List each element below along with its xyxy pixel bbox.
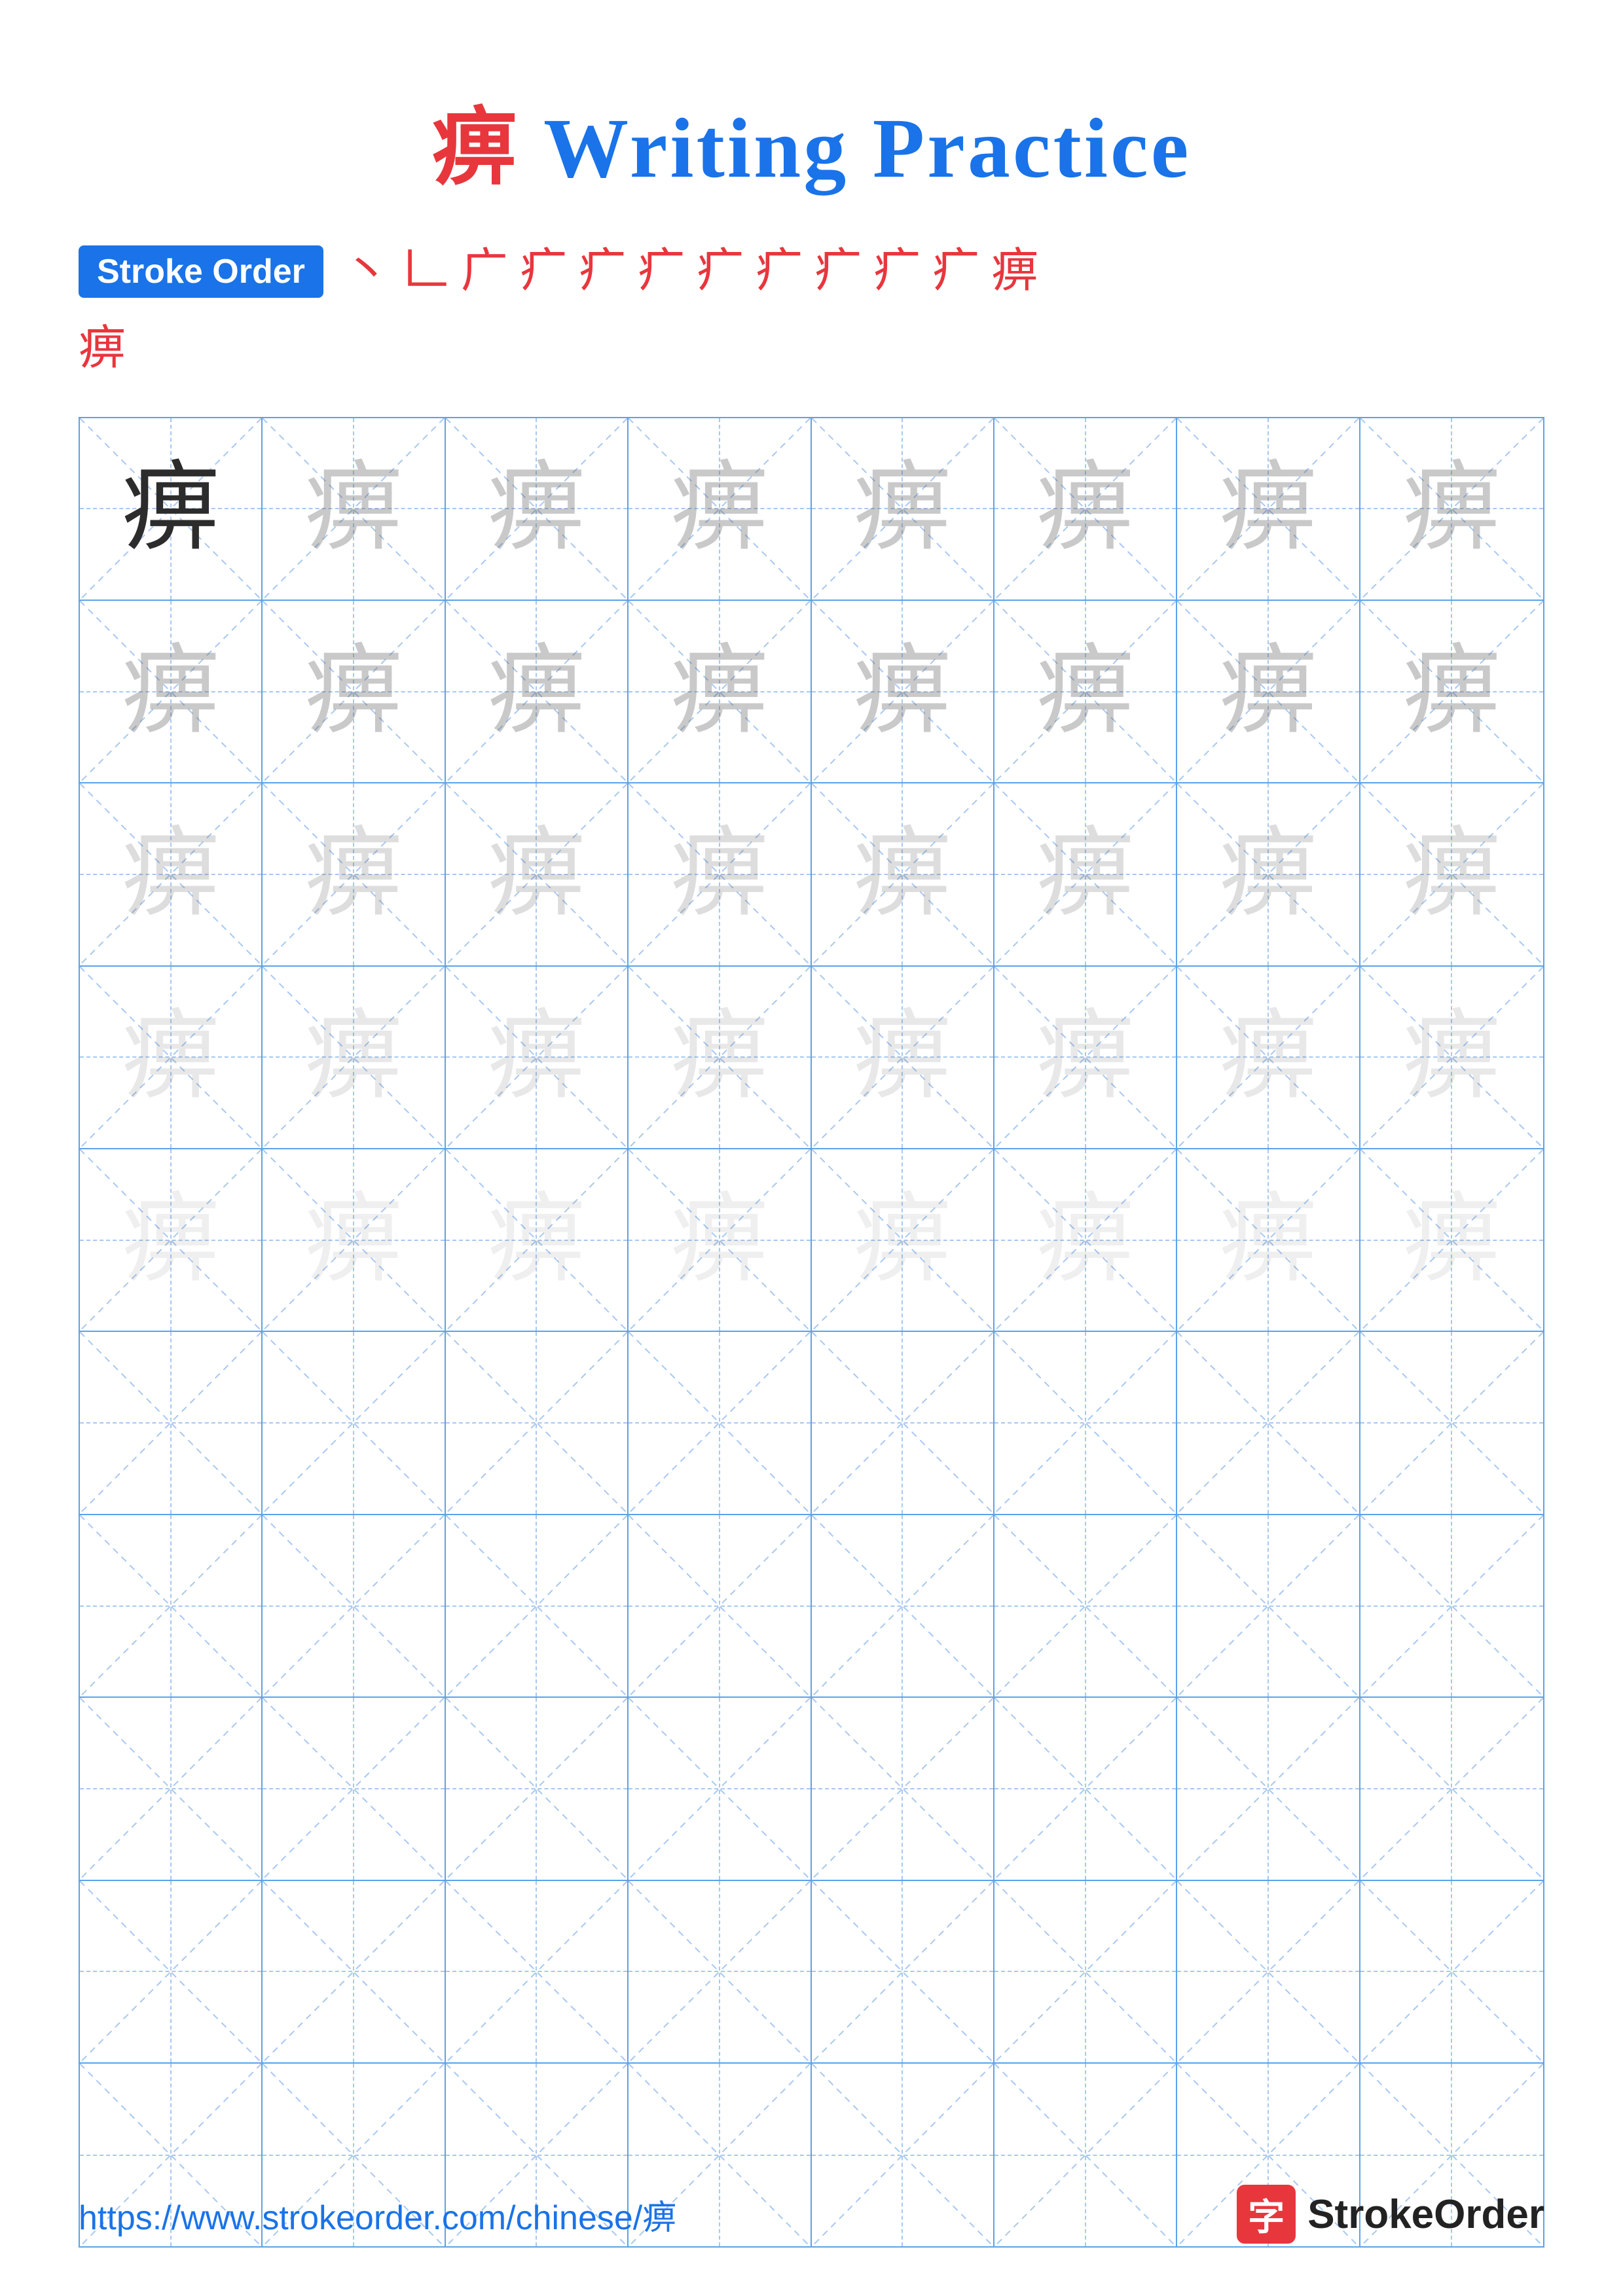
footer-logo: 字 StrokeOrder — [1237, 2185, 1544, 2244]
stroke-final-char: 痹 — [79, 309, 1544, 378]
grid-cell[interactable]: 痹 — [446, 601, 629, 783]
grid-cell[interactable] — [812, 1881, 994, 2064]
practice-grid: 痹 痹 痹 痹 痹 痹 痹 — [79, 417, 1544, 2248]
grid-row — [80, 1881, 1543, 2064]
grid-cell[interactable] — [812, 1332, 994, 1515]
grid-cell[interactable]: 痹 — [446, 967, 629, 1149]
grid-cell[interactable]: 痹 — [263, 601, 445, 783]
logo-text: StrokeOrder — [1307, 2191, 1544, 2238]
grid-cell[interactable] — [994, 1332, 1177, 1515]
grid-cell[interactable] — [1360, 1881, 1543, 2064]
grid-cell[interactable] — [263, 1515, 445, 1698]
grid-cell[interactable]: 痹 — [446, 1149, 629, 1332]
grid-cell[interactable] — [80, 1881, 263, 2064]
grid-cell[interactable]: 痹 — [1177, 418, 1360, 601]
grid-cell[interactable]: 痹 — [80, 418, 263, 601]
grid-cell[interactable]: 痹 — [629, 418, 811, 601]
grid-cell[interactable]: 痹 — [263, 418, 445, 601]
footer-url[interactable]: https://www.strokeorder.com/chinese/痹 — [79, 2190, 676, 2239]
grid-cell[interactable]: 痹 — [263, 783, 445, 966]
grid-cell[interactable]: 痹 — [80, 1149, 263, 1332]
grid-cell[interactable]: 痹 — [629, 783, 811, 966]
stroke-order-section: Stroke Order 丶 𠃊 广 疒 疒 疒 疒 疒 疒 疒 疒 痹 痹 — [79, 241, 1544, 378]
grid-cell[interactable]: 痹 — [994, 783, 1177, 966]
grid-cell[interactable] — [1177, 1515, 1360, 1698]
title-suffix: Writing Practice — [543, 101, 1191, 196]
grid-cell[interactable] — [1177, 1698, 1360, 1880]
grid-cell[interactable]: 痹 — [446, 418, 629, 601]
grid-cell[interactable]: 痹 — [446, 783, 629, 966]
grid-cell[interactable]: 痹 — [1177, 967, 1360, 1149]
grid-cell[interactable]: 痹 — [1360, 1149, 1543, 1332]
grid-cell[interactable] — [812, 1698, 994, 1880]
grid-row: 痹 痹 痹 痹 痹 痹 痹 — [80, 967, 1543, 1149]
grid-cell[interactable] — [446, 1515, 629, 1698]
grid-cell[interactable]: 痹 — [812, 418, 994, 601]
grid-cell[interactable] — [1360, 1515, 1543, 1698]
page-title: 痹 Writing Practice — [432, 79, 1192, 202]
grid-cell[interactable] — [994, 1881, 1177, 2064]
stroke-sequence: 丶 𠃊 广 疒 疒 疒 疒 疒 疒 疒 疒 痹 — [343, 241, 1544, 302]
grid-row: 痹 痹 痹 痹 痹 痹 痹 — [80, 783, 1543, 966]
grid-cell[interactable]: 痹 — [812, 601, 994, 783]
grid-cell[interactable]: 痹 — [812, 1149, 994, 1332]
grid-cell[interactable]: 痹 — [80, 967, 263, 1149]
grid-cell[interactable]: 痹 — [812, 783, 994, 966]
grid-cell[interactable] — [994, 1698, 1177, 1880]
grid-cell[interactable] — [629, 1698, 811, 1880]
grid-cell[interactable] — [446, 1698, 629, 1880]
grid-cell[interactable] — [629, 1881, 811, 2064]
grid-cell[interactable]: 痹 — [994, 1149, 1177, 1332]
grid-cell[interactable]: 痹 — [80, 783, 263, 966]
grid-cell[interactable]: 痹 — [1360, 601, 1543, 783]
grid-cell[interactable] — [80, 1698, 263, 1880]
grid-cell[interactable]: 痹 — [994, 967, 1177, 1149]
grid-cell[interactable] — [263, 1698, 445, 1880]
grid-cell[interactable]: 痹 — [1177, 1149, 1360, 1332]
grid-cell[interactable] — [446, 1881, 629, 2064]
stroke-order-badge: Stroke Order — [79, 245, 323, 298]
grid-cell[interactable] — [80, 1332, 263, 1515]
grid-cell[interactable] — [812, 1515, 994, 1698]
grid-cell[interactable]: 痹 — [1177, 783, 1360, 966]
grid-cell[interactable] — [1177, 1881, 1360, 2064]
grid-cell[interactable]: 痹 — [629, 601, 811, 783]
grid-cell[interactable] — [263, 1881, 445, 2064]
footer: https://www.strokeorder.com/chinese/痹 字 … — [79, 2185, 1544, 2244]
grid-cell[interactable] — [446, 1332, 629, 1515]
grid-cell[interactable]: 痹 — [812, 967, 994, 1149]
grid-cell[interactable]: 痹 — [263, 1149, 445, 1332]
grid-cell[interactable] — [1177, 1332, 1360, 1515]
grid-row — [80, 1515, 1543, 1698]
grid-cell[interactable]: 痹 — [263, 967, 445, 1149]
grid-row: 痹 痹 痹 痹 痹 痹 痹 — [80, 601, 1543, 783]
grid-row — [80, 1332, 1543, 1515]
grid-cell[interactable] — [994, 1515, 1177, 1698]
grid-cell[interactable] — [1360, 1332, 1543, 1515]
page: 痹 Writing Practice Stroke Order 丶 𠃊 广 疒 … — [0, 0, 1623, 2296]
grid-cell[interactable] — [629, 1515, 811, 1698]
title-char: 痹 — [432, 101, 520, 196]
logo-icon: 字 — [1237, 2185, 1296, 2244]
grid-row: 痹 痹 痹 痹 痹 痹 痹 — [80, 418, 1543, 601]
grid-cell[interactable] — [1360, 1698, 1543, 1880]
grid-cell[interactable]: 痹 — [1177, 601, 1360, 783]
grid-cell[interactable] — [263, 1332, 445, 1515]
grid-cell[interactable]: 痹 — [1360, 418, 1543, 601]
grid-cell[interactable]: 痹 — [1360, 783, 1543, 966]
grid-row: 痹 痹 痹 痹 痹 痹 痹 — [80, 1149, 1543, 1332]
grid-cell[interactable]: 痹 — [80, 601, 263, 783]
grid-cell[interactable] — [629, 1332, 811, 1515]
grid-cell[interactable]: 痹 — [994, 418, 1177, 601]
grid-cell[interactable]: 痹 — [994, 601, 1177, 783]
grid-cell[interactable]: 痹 — [629, 967, 811, 1149]
grid-cell[interactable]: 痹 — [1360, 967, 1543, 1149]
grid-cell[interactable] — [80, 1515, 263, 1698]
grid-cell[interactable]: 痹 — [629, 1149, 811, 1332]
grid-row — [80, 1698, 1543, 1880]
